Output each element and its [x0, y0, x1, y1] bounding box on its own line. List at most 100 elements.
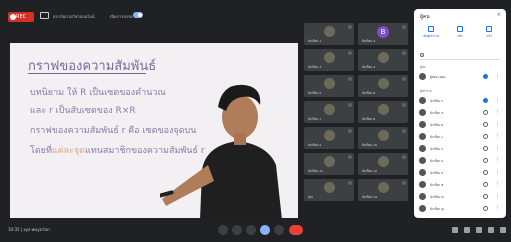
- more-vert-icon[interactable]: ⋮: [495, 145, 500, 151]
- slide-highlight: แต่ละจุด: [51, 146, 86, 156]
- more-vert-icon[interactable]: ⋮: [495, 121, 500, 127]
- more-vert-icon[interactable]: ⋮: [495, 73, 500, 79]
- presentation-slide: กราฟของความสัมพันธ์ บทนิยาม ให้ R เป็นเซ…: [10, 43, 298, 218]
- people-list-item[interactable]: นักเรียน จ ⋮: [419, 144, 503, 154]
- more-vert-icon[interactable]: ⋮: [495, 169, 500, 175]
- more-vert-icon[interactable]: ⋮: [495, 181, 500, 187]
- avatar: [419, 193, 426, 200]
- participant-tile[interactable]: นักเรียน 8: [358, 101, 408, 123]
- people-icon[interactable]: [464, 227, 470, 233]
- mic-icon[interactable]: [483, 146, 488, 151]
- people-list-item[interactable]: นักเรียน ญ ⋮: [419, 204, 503, 214]
- participant-tile[interactable]: นักเรียน 14: [358, 179, 408, 201]
- more-vert-icon[interactable]: ⋮: [495, 193, 500, 199]
- meeting-window: REC สถาบันกวดวิชาออนไลน์ เปิดการบรรยาย ก…: [0, 0, 511, 242]
- mic-status-icon: [348, 51, 352, 55]
- avatar: [419, 145, 426, 152]
- participant-tile[interactable]: นักเรียน 5: [304, 75, 354, 97]
- people-list-item[interactable]: นักเรียน ก ⋮: [419, 96, 503, 106]
- chat-icon[interactable]: [476, 227, 482, 233]
- mic-icon[interactable]: [483, 158, 488, 163]
- present-button[interactable]: [260, 225, 270, 235]
- add-label: เพิ่ม: [457, 34, 463, 38]
- more-vert-icon[interactable]: ⋮: [495, 133, 500, 139]
- lock-icon[interactable]: [500, 227, 506, 233]
- participant-avatar: [324, 156, 335, 167]
- people-list-item[interactable]: นักเรียน ฉ ⋮: [419, 156, 503, 166]
- participant-tile[interactable]: นักเรียน 11: [304, 153, 354, 175]
- close-panel-button[interactable]: ×: [497, 12, 501, 18]
- mic-status-icon: [402, 25, 406, 29]
- activities-icon[interactable]: [488, 227, 494, 233]
- participant-tile[interactable]: นักเรียน 9: [304, 127, 354, 149]
- participant-name: นักเรียน 8: [362, 117, 376, 121]
- participant-name: นักเรียน 2: [362, 39, 376, 43]
- participant-tile[interactable]: นักเรียน 12: [358, 153, 408, 175]
- add-person-icon: [428, 26, 434, 32]
- mic-icon[interactable]: [483, 98, 488, 103]
- mic-status-icon: [402, 103, 406, 107]
- more-vert-icon[interactable]: ⋮: [495, 109, 500, 115]
- participant-name: คุณ: [308, 195, 313, 199]
- participant-tile[interactable]: นักเรียน 7: [304, 101, 354, 123]
- avatar: [419, 121, 426, 128]
- slide-line-text: โดยที่: [30, 146, 52, 156]
- person-name: นักเรียน ช: [430, 171, 444, 175]
- add-people-button[interactable]: เพิ่มผู้เข้าร่วม: [418, 26, 444, 46]
- people-list-item[interactable]: นักเรียน ข ⋮: [419, 108, 503, 118]
- participant-tile[interactable]: B นักเรียน 2: [358, 23, 408, 45]
- people-list-item[interactable]: นักเรียน ซ ⋮: [419, 180, 503, 190]
- record-dot-icon: [10, 14, 16, 20]
- mic-icon[interactable]: [483, 110, 488, 115]
- person-name: นักเรียน จ: [430, 147, 444, 151]
- meeting-clock: 10:35 | xyz-wxyz-txn: [8, 227, 50, 232]
- mic-icon[interactable]: [483, 122, 488, 127]
- participant-tile[interactable]: นักเรียน 4: [358, 49, 408, 71]
- panel-title: ผู้คน: [420, 14, 430, 20]
- participant-name: นักเรียน 11: [308, 169, 324, 173]
- captions-icon[interactable]: [40, 12, 49, 19]
- people-list-item[interactable]: นักเรียน ค ⋮: [419, 120, 503, 130]
- participant-avatar: [324, 26, 335, 37]
- person-name: นักเรียน ก: [430, 99, 444, 103]
- participant-name: นักเรียน 7: [308, 117, 322, 121]
- captions-button[interactable]: [246, 225, 256, 235]
- participant-name: นักเรียน 1: [308, 39, 322, 43]
- recording-label: REC: [16, 14, 27, 20]
- more-vert-icon[interactable]: ⋮: [495, 157, 500, 163]
- people-list-item[interactable]: นักเรียน ฌ ⋮: [419, 192, 503, 202]
- leave-call-button[interactable]: [289, 225, 303, 235]
- participant-tile[interactable]: นักเรียน 10: [358, 127, 408, 149]
- more-vert-icon[interactable]: ⋮: [495, 97, 500, 103]
- participant-tile[interactable]: นักเรียน 6: [358, 75, 408, 97]
- person-name: นักเรียน ค: [430, 123, 444, 127]
- mic-icon[interactable]: [483, 206, 488, 211]
- participant-avatar: [324, 130, 335, 141]
- mic-icon[interactable]: [483, 74, 488, 79]
- participant-tile[interactable]: นักเรียน 3: [304, 49, 354, 71]
- caption-toggle[interactable]: [133, 12, 143, 18]
- mic-icon[interactable]: [483, 194, 488, 199]
- info-icon[interactable]: [452, 227, 458, 233]
- mic-button[interactable]: [218, 225, 228, 235]
- people-search-input[interactable]: [420, 52, 500, 60]
- people-list-item[interactable]: นักเรียน ง ⋮: [419, 132, 503, 142]
- people-list-item[interactable]: นักเรียน ช ⋮: [419, 168, 503, 178]
- mic-status-icon: [348, 129, 352, 133]
- participant-avatar: [378, 104, 389, 115]
- slide-line: และ r เป็นสับเซตของ R×R: [30, 106, 136, 116]
- toggle-knob: [138, 13, 142, 17]
- participant-tile[interactable]: นักเรียน 1: [304, 23, 354, 45]
- add-button[interactable]: เพิ่ม: [447, 26, 473, 46]
- person-name: ผู้สอน (คุณ): [430, 75, 446, 79]
- camera-button[interactable]: [232, 225, 242, 235]
- mic-icon[interactable]: [483, 134, 488, 139]
- share-button[interactable]: แชร์: [476, 26, 502, 46]
- more-vert-icon[interactable]: ⋮: [495, 205, 500, 211]
- mic-icon[interactable]: [483, 170, 488, 175]
- avatar: [419, 169, 426, 176]
- more-options-button[interactable]: [274, 225, 284, 235]
- participant-tile[interactable]: คุณ: [304, 179, 354, 201]
- people-list-item[interactable]: ผู้สอน (คุณ) ⋮: [419, 72, 503, 82]
- mic-icon[interactable]: [483, 182, 488, 187]
